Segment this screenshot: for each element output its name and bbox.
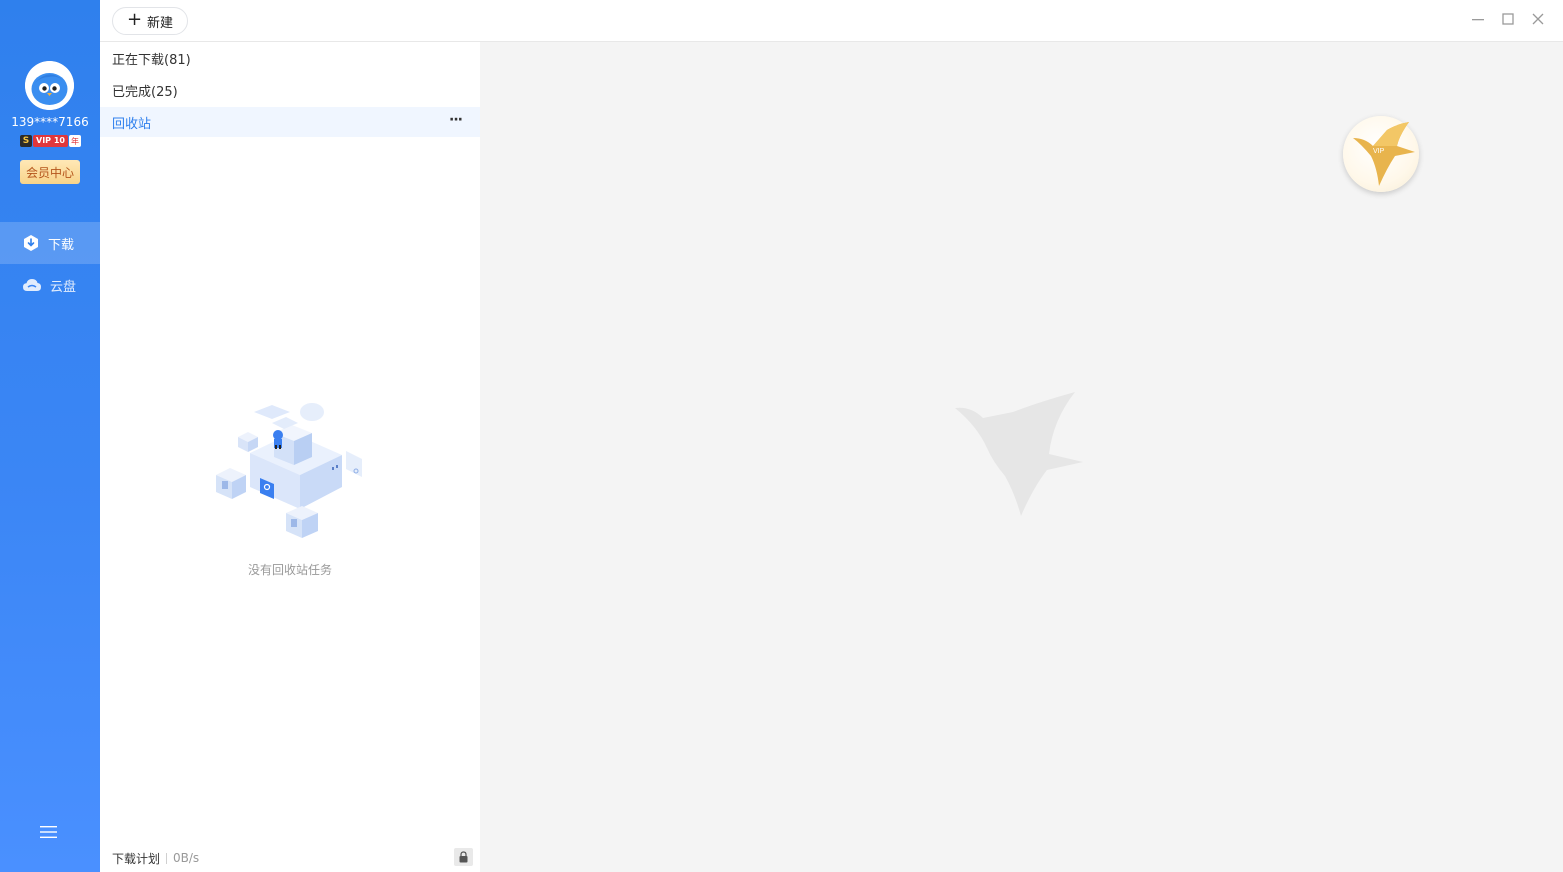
cloud-icon [23,279,41,291]
lock-icon [459,851,468,863]
detail-area: VIP [480,42,1563,872]
download-plan-link[interactable]: 下载计划 [112,850,160,867]
vip-year-label: 年 [68,135,81,147]
empty-recycle-illustration [216,403,362,538]
more-options-icon[interactable]: ··· [449,113,463,127]
list-item-label: 已完成(25) [112,84,178,100]
plus-icon: + [126,9,143,30]
download-speed: 0B/s [173,851,200,865]
username: 139****7166 [11,115,89,129]
task-list-panel: + 新建 正在下载(81) 已完成(25) 回收站 ··· 没有回收站任务 下载… [100,0,480,872]
new-task-label: 新建 [147,15,174,31]
vip-float-label: VIP [1373,148,1385,155]
close-icon[interactable] [1531,12,1545,26]
list-item-label: 正在下载(81) [112,52,191,68]
list-item-completed[interactable]: 已完成(25) [100,75,480,105]
nav-item-cloud[interactable]: 云盘 [0,264,100,306]
footer-divider [166,852,168,864]
vip-level-label: VIP 10 [33,135,68,147]
list-item-downloading[interactable]: 正在下载(81) [100,43,480,73]
maximize-icon[interactable] [1501,12,1515,26]
nav-download-label: 下载 [48,237,75,253]
vip-floating-button[interactable]: VIP [1343,116,1419,192]
bird-avatar-icon [25,61,74,110]
vip-bird-icon: VIP [1353,122,1415,186]
list-item-label: 回收站 [112,116,152,132]
sidebar: 139****7166 S VIP 10 年 会员中心 下载 云盘 [0,0,100,872]
avatar[interactable] [25,61,74,110]
vip-level-badge: S VIP 10 年 [20,135,81,147]
nav-item-download[interactable]: 下载 [0,222,100,264]
status-footer: 下载计划 0B/s [100,848,480,868]
new-task-button[interactable]: + 新建 [112,7,188,35]
window-controls [1471,12,1545,26]
nav-cloud-label: 云盘 [50,279,77,295]
hamburger-menu-icon[interactable] [39,824,59,840]
minimize-icon[interactable] [1471,12,1485,26]
super-vip-icon: S [20,135,32,147]
member-center-button[interactable]: 会员中心 [20,160,80,184]
download-icon [24,235,38,251]
list-item-recycle-bin[interactable]: 回收站 ··· [100,107,480,137]
lock-button[interactable] [454,848,473,866]
bird-watermark-icon [955,392,1083,516]
empty-state-text: 没有回收站任务 [247,563,332,577]
